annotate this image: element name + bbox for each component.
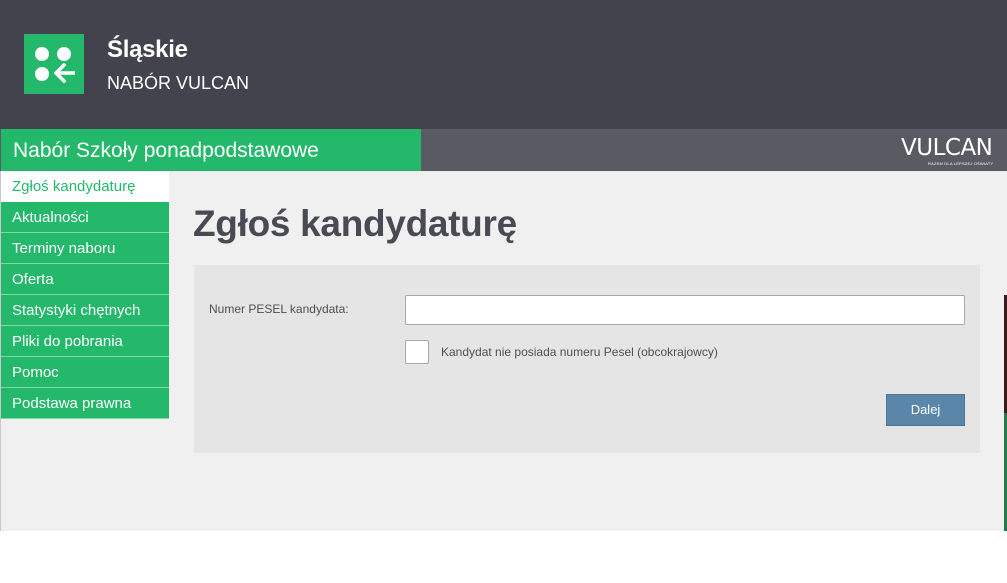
sidebar-item-pomoc[interactable]: Pomoc: [1, 357, 169, 388]
candidate-form: Numer PESEL kandydata: Kandydat nie posi…: [194, 265, 980, 453]
pesel-input[interactable]: [405, 295, 965, 325]
top-header: Śląskie NABÓR VULCAN: [0, 0, 1007, 129]
pesel-label: Numer PESEL kandydata:: [209, 302, 349, 316]
sidebar-item-aktualnosci[interactable]: Aktualności: [1, 202, 169, 233]
vulcan-brand-logo: VULCAN RAZEM DLA LEPSZEJ OŚWIATY: [901, 135, 1001, 169]
no-pesel-checkbox[interactable]: [405, 340, 429, 364]
page-title: Zgłoś kandydaturę: [193, 203, 517, 244]
sidebar-item-oferta[interactable]: Oferta: [1, 264, 169, 295]
logo-dot: [57, 47, 71, 61]
sidebar-item-zglos-kandydature[interactable]: Zgłoś kandydaturę: [1, 171, 169, 202]
sidebar-item-podstawa-prawna[interactable]: Podstawa prawna: [1, 388, 169, 419]
region-title: Śląskie: [107, 36, 188, 63]
sidebar-item-pliki-do-pobrania[interactable]: Pliki do pobrania: [1, 326, 169, 357]
sidebar-item-statystyki-chetnych[interactable]: Statystyki chętnych: [1, 295, 169, 326]
sidebar-nav: Zgłoś kandydaturę Aktualności Terminy na…: [1, 171, 169, 419]
brand-tagline: RAZEM DLA LEPSZEJ OŚWIATY: [928, 161, 994, 166]
page-footer: [0, 531, 1007, 583]
logo-dot: [35, 47, 49, 61]
no-pesel-label[interactable]: Kandydat nie posiada numeru Pesel (obcok…: [441, 345, 718, 359]
region-subtitle: NABÓR VULCAN: [107, 73, 250, 93]
app-root: Śląskie NABÓR VULCAN Nabór Szkoły ponadp…: [0, 0, 1007, 583]
brand-name: VULCAN: [901, 135, 993, 161]
sidebar-item-terminy-naboru[interactable]: Terminy naboru: [1, 233, 169, 264]
logo[interactable]: [24, 34, 84, 94]
next-button[interactable]: Dalej: [886, 394, 965, 426]
app-title: Nabór Szkoły ponadpodstawowe: [13, 139, 319, 162]
arrow-left-icon: [54, 63, 75, 83]
logo-dot: [35, 67, 49, 81]
app-title-box: Nabór Szkoły ponadpodstawowe: [1, 129, 421, 171]
